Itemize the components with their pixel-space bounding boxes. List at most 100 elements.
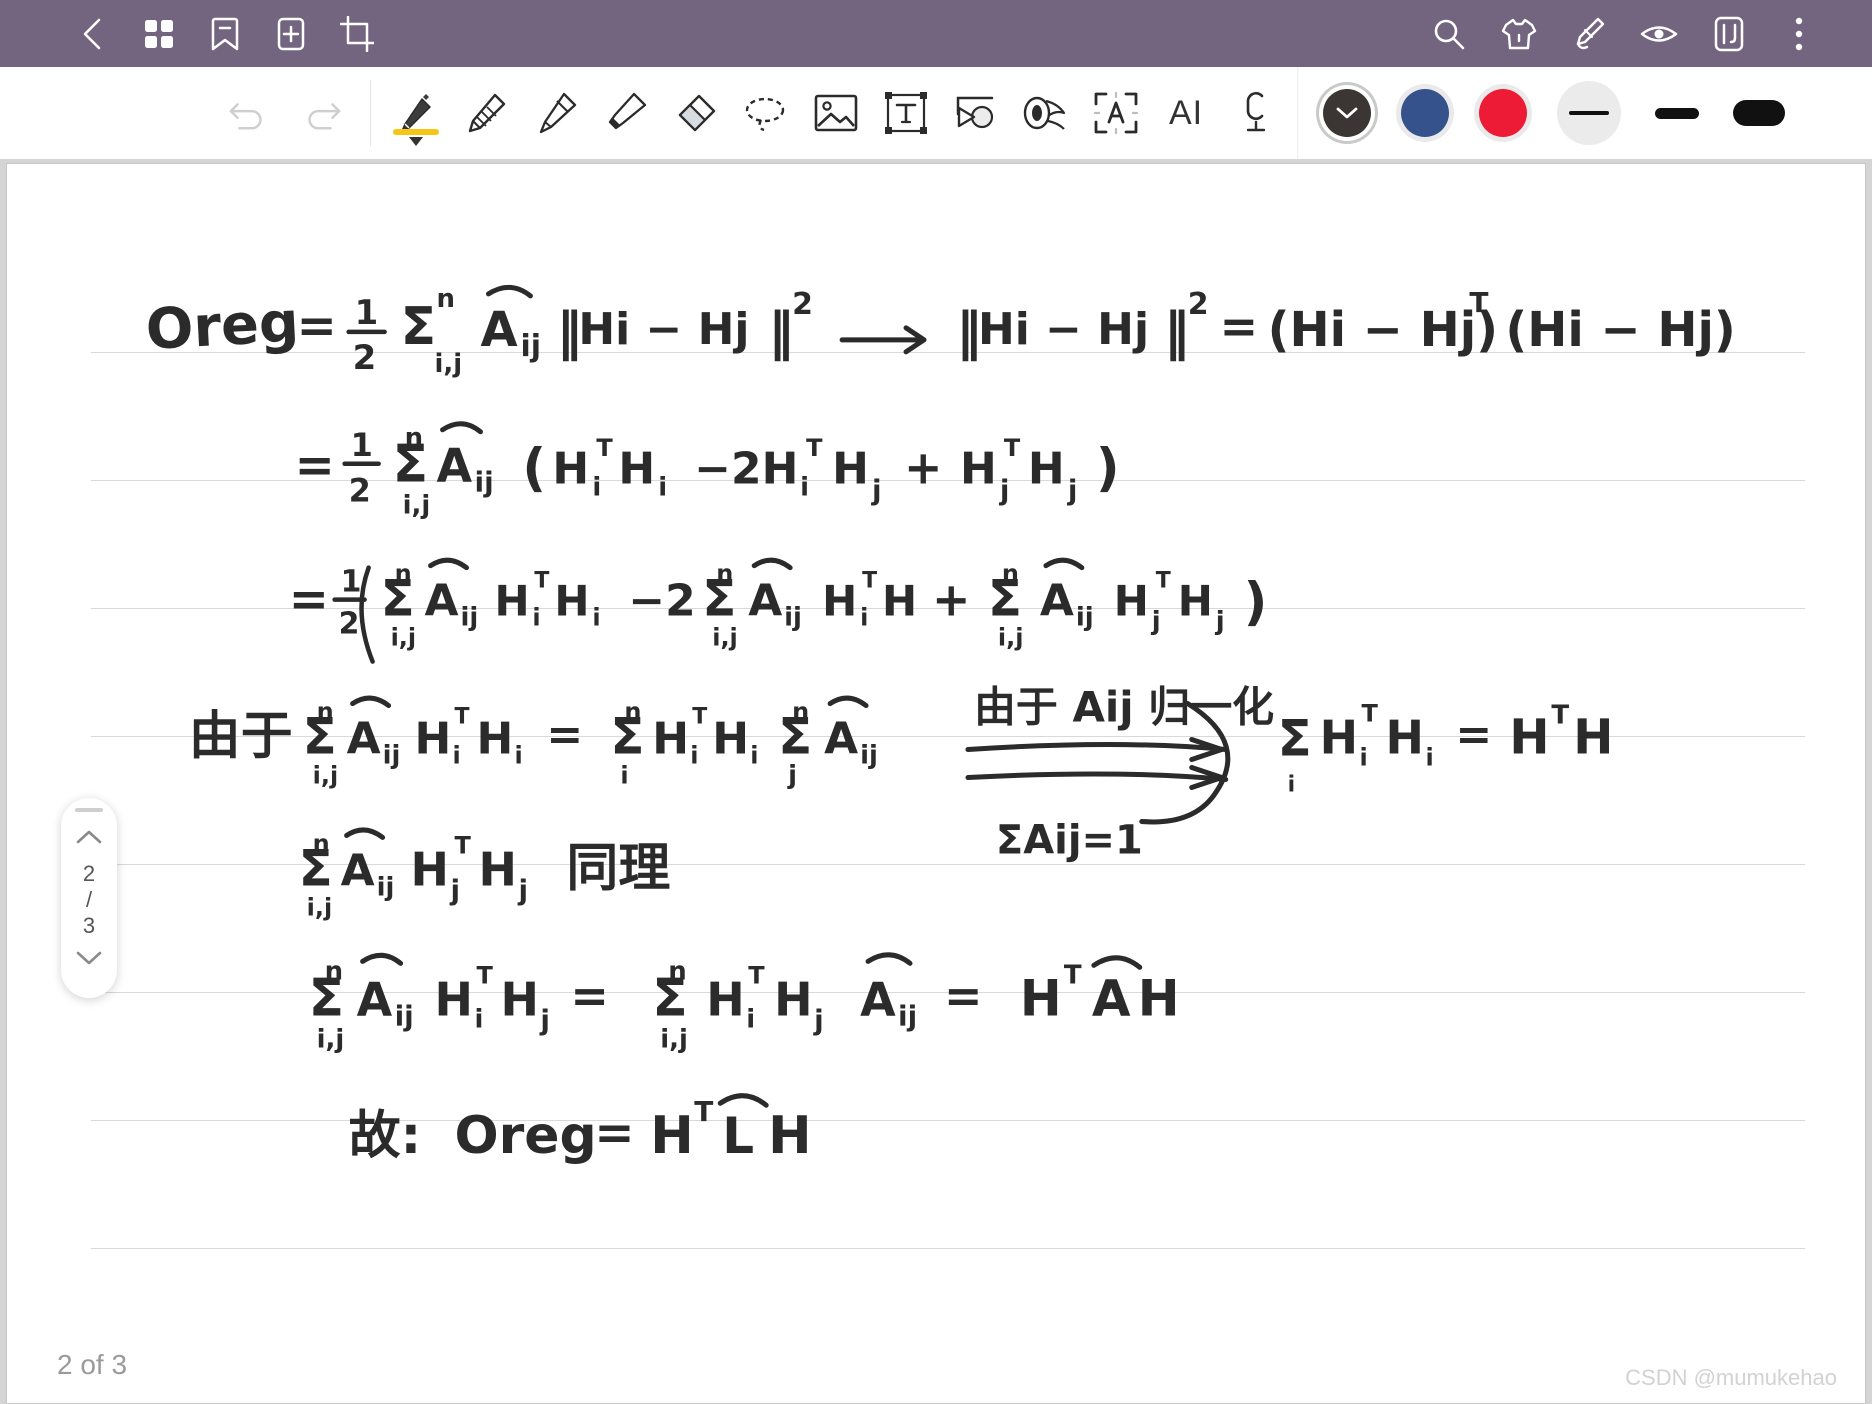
color-blue[interactable] — [1401, 89, 1449, 137]
svg-text:H: H — [478, 842, 516, 896]
eye-icon[interactable] — [1638, 13, 1680, 55]
pen-options-caret-icon[interactable] — [409, 137, 423, 146]
pencil-tool[interactable] — [455, 78, 517, 148]
svg-text:H: H — [712, 714, 749, 765]
svg-text:i: i — [658, 473, 667, 503]
color-black-selected[interactable] — [1323, 89, 1371, 137]
lasso-tool[interactable] — [735, 78, 797, 148]
svg-text:i: i — [750, 742, 758, 770]
svg-text:T: T — [1551, 701, 1569, 731]
svg-text:由于 Aij 归一化: 由于 Aij 归一化 — [974, 683, 1274, 732]
svg-text:ij: ij — [860, 741, 878, 771]
svg-text:H: H — [435, 972, 473, 1026]
shape-tool[interactable] — [945, 78, 1007, 148]
svg-text:=: = — [570, 968, 608, 1022]
stroke-width-thin[interactable] — [1557, 81, 1621, 145]
svg-text:2: 2 — [353, 338, 377, 378]
canvas-area[interactable]: Oreg = 1 2 Σ n i,j A ij ‖ Hi − Hj ‖ 2 ‖ … — [0, 159, 1872, 1404]
svg-text:A: A — [347, 714, 381, 765]
color-red[interactable] — [1479, 89, 1527, 137]
page-up-button[interactable] — [74, 824, 104, 855]
svg-text:T: T — [806, 434, 823, 462]
svg-text:j: j — [999, 474, 1010, 507]
svg-text:A: A — [341, 845, 375, 896]
svg-text:H: H — [1138, 969, 1180, 1027]
svg-text:i: i — [1288, 772, 1296, 797]
crop-icon[interactable] — [336, 13, 378, 55]
edit-pen-icon[interactable] — [1568, 13, 1610, 55]
svg-text:同理: 同理 — [566, 838, 670, 898]
svg-text:T: T — [455, 831, 472, 859]
page-number-display: 2 / 3 — [83, 861, 95, 939]
svg-text:j: j — [1067, 474, 1078, 507]
svg-text:n: n — [313, 829, 330, 857]
note-page[interactable]: Oreg = 1 2 Σ n i,j A ij ‖ Hi − Hj ‖ 2 ‖ … — [6, 163, 1866, 1404]
svg-text:Oreg: Oreg — [455, 1106, 597, 1166]
ocr-tool[interactable] — [1085, 78, 1147, 148]
watermark: CSDN @mumukehao — [1625, 1365, 1837, 1390]
svg-text:2: 2 — [1188, 287, 1209, 322]
highlighter-tool[interactable] — [595, 78, 657, 148]
stroke-width-thick[interactable] — [1733, 100, 1785, 126]
svg-text:T: T — [862, 569, 877, 594]
svg-text:j: j — [539, 1003, 550, 1036]
image-tool[interactable] — [805, 78, 867, 148]
ballpoint-pen-tool[interactable] — [525, 78, 587, 148]
svg-text:H: H — [650, 1106, 693, 1166]
svg-text:A: A — [1040, 576, 1074, 627]
ai-tool[interactable]: AI — [1155, 78, 1217, 148]
eraser-tool[interactable] — [665, 78, 727, 148]
svg-text:n: n — [317, 698, 334, 726]
svg-text:n: n — [325, 956, 343, 986]
svg-text:1: 1 — [355, 293, 379, 333]
svg-text:T: T — [476, 961, 493, 989]
svg-text:i,j: i,j — [712, 624, 738, 652]
redo-button[interactable] — [300, 92, 342, 134]
search-icon[interactable] — [1428, 13, 1470, 55]
svg-text:H: H — [411, 842, 449, 896]
text-box-tool[interactable] — [875, 78, 937, 148]
add-page-icon[interactable] — [270, 13, 312, 55]
chevron-up-icon — [76, 830, 102, 844]
tape-tool[interactable] — [1015, 78, 1077, 148]
more-menu-icon[interactable] — [1778, 13, 1820, 55]
svg-text:H: H — [554, 577, 589, 626]
svg-text:j: j — [1151, 607, 1161, 637]
svg-text:ΣAij=1: ΣAij=1 — [996, 817, 1143, 863]
page-down-button[interactable] — [74, 945, 104, 976]
svg-text:j: j — [787, 760, 797, 790]
svg-text:i: i — [592, 473, 601, 503]
svg-text:2: 2 — [792, 287, 813, 322]
grid-icon[interactable] — [138, 13, 180, 55]
stroke-width-medium[interactable] — [1655, 107, 1699, 119]
top-bar-left-group — [72, 13, 378, 55]
svg-text:2: 2 — [339, 607, 360, 642]
svg-text:A: A — [437, 439, 473, 493]
page-navigator[interactable]: 2 / 3 — [61, 798, 117, 998]
microphone-tool[interactable] — [1225, 78, 1287, 148]
chevron-down-icon — [1336, 107, 1358, 119]
back-icon[interactable] — [72, 13, 114, 55]
svg-text:=: = — [944, 968, 982, 1022]
ink-line-3: = 1 2 Σ n i,j A ij H i T H i −2 Σ n i,j … — [289, 557, 1268, 664]
svg-text:T: T — [1362, 700, 1379, 728]
bookmark-icon[interactable] — [204, 13, 246, 55]
ai-tool-label: AI — [1168, 93, 1204, 132]
toolbar-fade-divider — [1297, 67, 1299, 159]
svg-text:j: j — [517, 873, 528, 906]
fountain-pen-tool[interactable] — [385, 78, 447, 148]
page-navigator-drag-handle[interactable] — [75, 808, 103, 812]
stroke-width-group — [1557, 81, 1785, 145]
ink-line-4-result: Σ i H i T H i = H T H — [1278, 700, 1614, 798]
svg-text:=: = — [289, 572, 329, 628]
svg-text:H: H — [960, 444, 997, 495]
svg-text:): ) — [1244, 573, 1268, 633]
ink-line-6: Σ n i,j A ij H i T H j = Σ n i,j H i T H… — [309, 952, 1180, 1054]
svg-text:n: n — [668, 956, 686, 986]
split-view-icon[interactable] — [1708, 13, 1750, 55]
svg-text:i: i — [474, 1004, 483, 1034]
undo-button[interactable] — [228, 92, 270, 134]
svg-text:j: j — [871, 474, 882, 507]
shirt-icon[interactable] — [1498, 13, 1540, 55]
svg-text:Σ: Σ — [401, 297, 436, 357]
